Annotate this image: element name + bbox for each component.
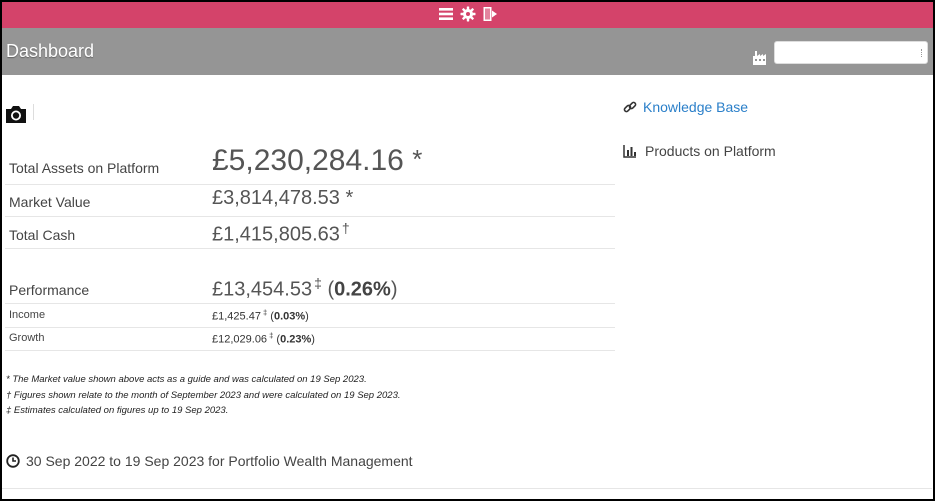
total-assets-label: Total Assets on Platform — [9, 160, 160, 176]
window-frame — [0, 0, 935, 501]
total-cash-row: Total Cash £1,415,805.63 † — [5, 217, 615, 249]
clock-icon — [6, 454, 20, 468]
total-assets-row: Total Assets on Platform £5,230,284.16 * — [5, 142, 615, 185]
knowledge-base-label: Knowledge Base — [643, 99, 749, 115]
link-icon — [623, 101, 637, 113]
growth-value: £12,029.06 ‡ (0.23%) — [212, 331, 315, 346]
bar-chart-icon — [623, 145, 636, 158]
market-value-row: Market Value £3,814,478.53 * — [5, 185, 615, 217]
knowledge-base-link[interactable]: Knowledge Base — [623, 99, 748, 115]
footnote-figures: † Figures shown relate to the month of S… — [6, 389, 401, 401]
gear-icon[interactable] — [460, 6, 476, 22]
page-title: Dashboard — [6, 41, 95, 61]
factory-icon[interactable] — [752, 50, 768, 66]
products-on-platform-link[interactable]: Products on Platform — [623, 143, 776, 159]
income-label: Income — [9, 309, 46, 321]
growth-label: Growth — [9, 332, 45, 344]
account-search-input[interactable] — [774, 41, 928, 64]
page-header: Dashboard — [2, 28, 933, 75]
total-cash-value: £1,415,805.63 † — [212, 220, 350, 246]
market-value-value: £3,814,478.53 * — [212, 187, 354, 209]
performance-label: Performance — [9, 282, 90, 298]
footnotes: * The Market value shown above acts as a… — [6, 372, 401, 419]
growth-row: Growth £12,029.06 ‡ (0.23%) — [5, 328, 615, 351]
menu-icon[interactable] — [438, 6, 454, 22]
logout-icon[interactable] — [482, 6, 498, 22]
income-value: £1,425.47 ‡ (0.03%) — [212, 308, 309, 323]
footnote-market-value: * The Market value shown above acts as a… — [6, 374, 367, 385]
total-assets-value: £5,230,284.16 * — [212, 144, 423, 177]
income-row: Income £1,425.47 ‡ (0.03%) — [5, 304, 615, 328]
performance-row: Performance £13,454.53 ‡ (0.26%) — [5, 272, 615, 304]
total-cash-label: Total Cash — [9, 227, 76, 243]
reporting-period[interactable]: 30 Sep 2022 to 19 Sep 2023 for Portfolio… — [6, 453, 413, 469]
footnote-estimates: ‡ Estimates calculated on figures up to … — [6, 405, 229, 416]
camera-icon[interactable] — [5, 104, 27, 124]
products-on-platform-label: Products on Platform — [645, 143, 776, 159]
top-bar — [2, 2, 933, 28]
performance-value: £13,454.53 ‡ (0.26%) — [212, 275, 398, 301]
market-value-label: Market Value — [9, 194, 91, 210]
divider — [2, 488, 932, 489]
divider — [33, 104, 34, 120]
reporting-period-text: 30 Sep 2022 to 19 Sep 2023 for Portfolio… — [26, 453, 413, 469]
